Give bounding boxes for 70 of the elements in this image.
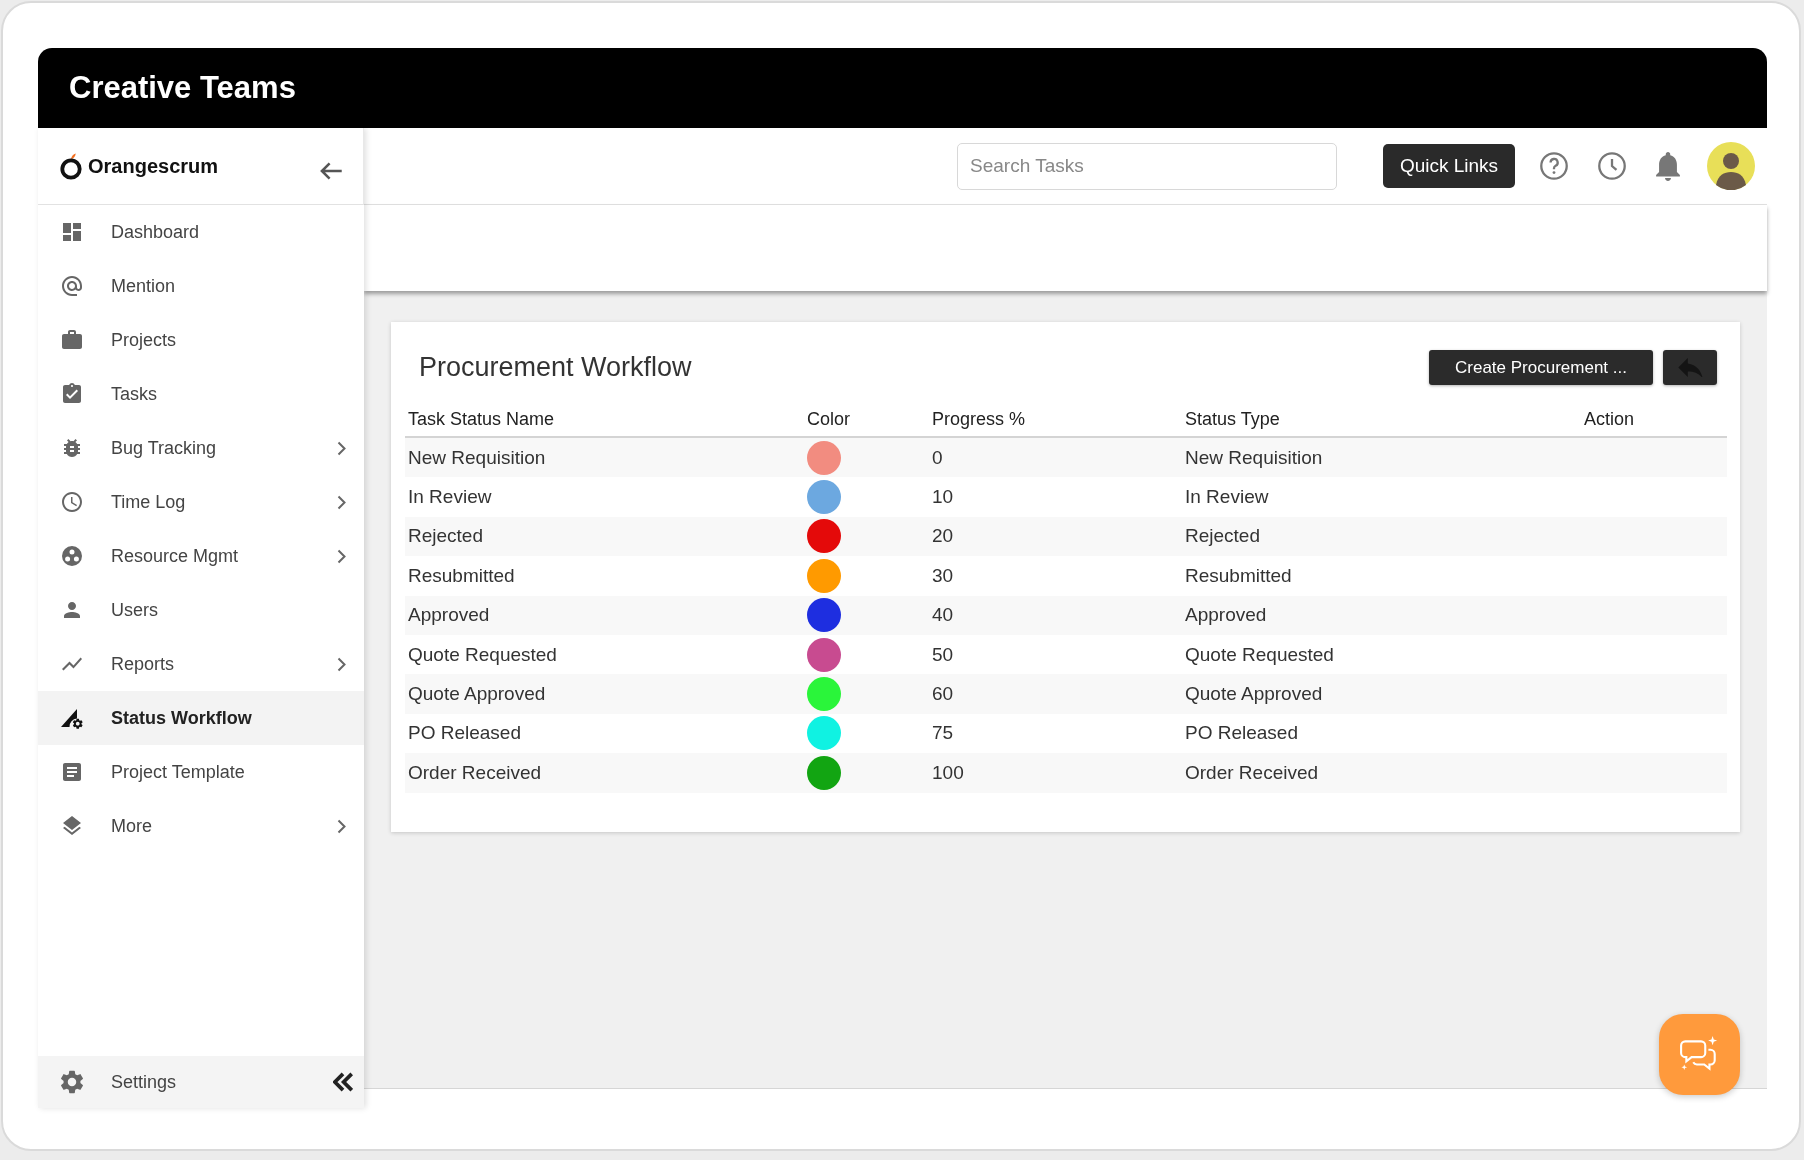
- sidebar-item[interactable]: Bug Tracking: [38, 421, 364, 475]
- table-cell: Resubmitted: [408, 564, 515, 587]
- chevron-right-icon: [337, 440, 346, 456]
- help-icon[interactable]: [1540, 152, 1568, 180]
- table-cell: Quote Approved: [408, 683, 546, 706]
- double-chevron-left-icon[interactable]: [333, 1072, 353, 1092]
- table-cell: Quote Approved: [1185, 683, 1323, 706]
- search-field[interactable]: Search Tasks: [957, 142, 1337, 190]
- table-cell: Rejected: [1185, 525, 1260, 548]
- table-cell: 10: [932, 486, 954, 509]
- settings-link[interactable]: Settings: [60, 1070, 177, 1094]
- brand-name: Orangescrum: [88, 154, 219, 178]
- table-cell: 50: [932, 643, 954, 666]
- table-cell: 0: [932, 446, 943, 469]
- table-cell: In Review: [1185, 486, 1269, 509]
- table-cell: PO Released: [1185, 722, 1298, 745]
- chevron-right-icon: [337, 548, 346, 564]
- sidebar-item[interactable]: Time Log: [38, 475, 364, 529]
- table-cell: In Review: [408, 486, 492, 509]
- table-cell: New Requisition: [1185, 446, 1323, 469]
- table-cell: Rejected: [408, 525, 483, 548]
- column-header: Status Type: [1185, 408, 1280, 430]
- table-cell: PO Released: [408, 722, 521, 745]
- sidebar-item[interactable]: Project Template: [38, 745, 364, 799]
- gear-icon: [60, 1070, 84, 1094]
- chevron-right-icon: [337, 494, 346, 510]
- document-icon: [60, 760, 84, 784]
- column-header: Task Status Name: [408, 408, 555, 430]
- table-cell: Resubmitted: [1185, 564, 1292, 587]
- sidebar-item[interactable]: Users: [38, 583, 364, 637]
- table-cell: 40: [932, 604, 954, 627]
- chevron-right-icon: [337, 818, 346, 834]
- window-title: Creative Teams: [69, 70, 296, 106]
- panel-title: Procurement Workflow: [419, 352, 692, 383]
- column-header: Action: [1584, 408, 1635, 430]
- sidebar-item[interactable]: Resource Mgmt: [38, 529, 364, 583]
- clock-icon[interactable]: [1598, 152, 1626, 180]
- table-cell: Quote Requested: [408, 643, 557, 666]
- table-cell: Approved: [408, 604, 490, 627]
- table-cell: 75: [932, 722, 954, 745]
- briefcase-icon: [60, 328, 84, 352]
- bell-icon[interactable]: [1656, 151, 1680, 181]
- table-cell: Approved: [1185, 604, 1267, 627]
- clock-icon: [60, 490, 84, 514]
- clipboard-check-icon: [60, 382, 84, 406]
- table-cell: Order Received: [408, 761, 542, 784]
- table-cell: 20: [932, 525, 954, 548]
- column-header: Progress %: [932, 408, 1026, 430]
- table-cell: 30: [932, 564, 954, 587]
- sidebar-item[interactable]: More: [38, 799, 364, 853]
- dashboard-icon: [60, 220, 84, 244]
- table-cell: Quote Requested: [1185, 643, 1334, 666]
- table-cell: 100: [932, 761, 964, 784]
- table-cell: 60: [932, 683, 954, 706]
- sidebar-item[interactable]: Projects: [38, 313, 364, 367]
- sidebar-item[interactable]: Dashboard: [38, 205, 364, 259]
- table-cell: New Requisition: [408, 446, 546, 469]
- table-cell: Order Received: [1185, 761, 1319, 784]
- sidebar-item[interactable]: Reports: [38, 637, 364, 691]
- ring-logo-icon: [59, 151, 83, 181]
- sidebar-item[interactable]: Tasks: [38, 367, 364, 421]
- chevron-right-icon: [337, 656, 346, 672]
- sidebar-item[interactable]: Status Workflow: [38, 691, 364, 745]
- sidebar-item[interactable]: Mention: [38, 259, 364, 313]
- at-sign-icon: [60, 274, 84, 298]
- column-header: Color: [807, 408, 850, 430]
- arrow-left-icon[interactable]: [320, 162, 343, 180]
- quick-links-button[interactable]: Quick Links: [1383, 144, 1515, 188]
- avatar-icon[interactable]: [1707, 142, 1755, 190]
- create-button[interactable]: Create Procurement ...: [1429, 350, 1653, 385]
